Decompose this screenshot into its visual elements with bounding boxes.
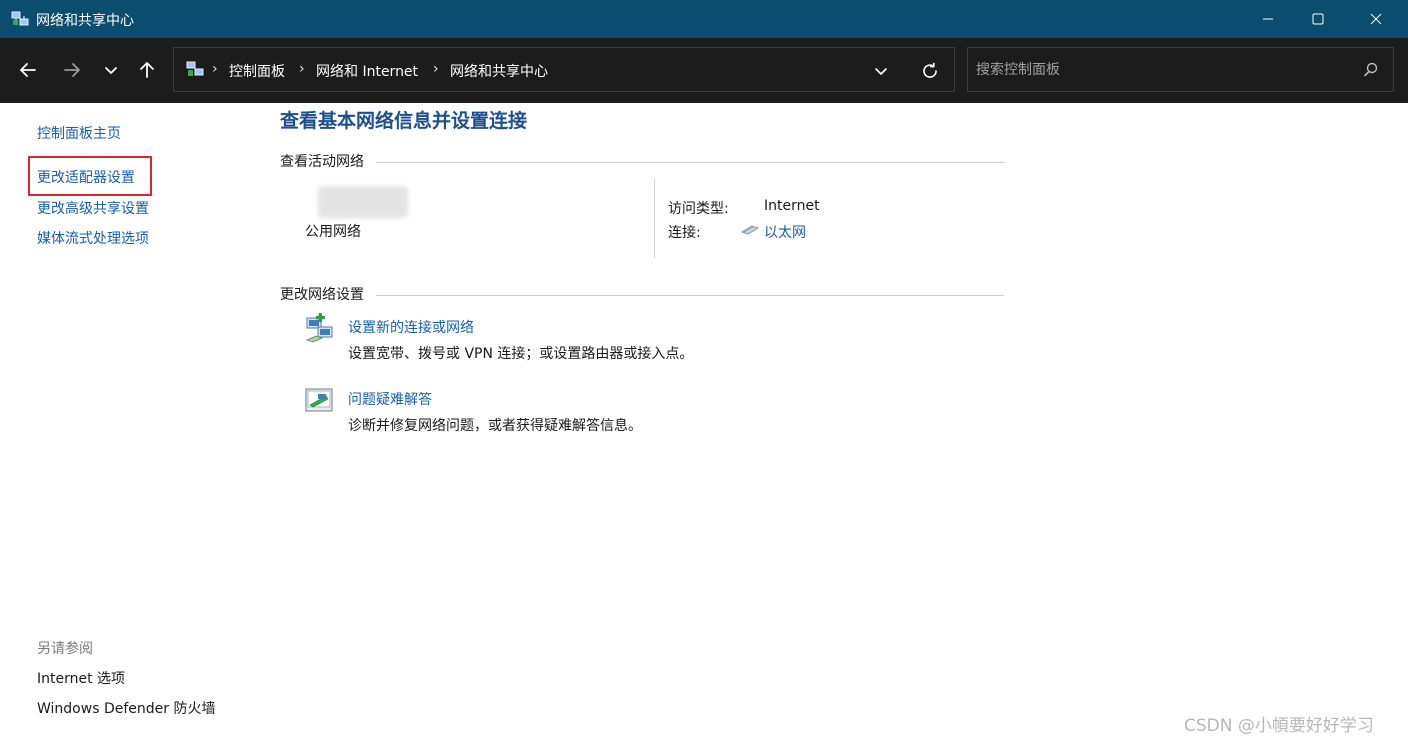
change-settings-heading: 更改网络设置 [280,287,364,303]
breadcrumb-control-panel[interactable]: 控制面板 [229,61,285,81]
chevron-down-icon [105,67,117,74]
change-adapter-settings-link[interactable]: 更改适配器设置 [37,167,135,187]
control-panel-icon [186,61,204,76]
network-center-icon [11,11,29,26]
forward-button[interactable] [60,58,84,82]
new-connection-icon [305,313,333,343]
maximize-button[interactable] [1293,0,1343,38]
connection-label: 连接: [668,225,701,241]
address-bar[interactable]: › 控制面板 › 网络和 Internet › 网络和共享中心 [173,47,955,92]
minimize-icon [1263,18,1273,20]
troubleshoot-link[interactable]: 问题疑难解答 [348,389,432,409]
address-dropdown-button[interactable] [871,61,891,81]
title-bar: 网络和共享中心 [0,0,1408,38]
windows-defender-firewall-link[interactable]: Windows Defender 防火墙 [37,698,215,718]
breadcrumb-network-internet[interactable]: 网络和 Internet [316,61,418,81]
active-networks-heading: 查看活动网络 [280,154,364,170]
change-advanced-sharing-link[interactable]: 更改高级共享设置 [37,198,149,218]
chevron-down-icon [875,68,887,75]
maximize-icon [1312,13,1324,25]
network-type-text: 公用网络 [305,224,361,240]
breadcrumb-separator: › [299,61,305,77]
troubleshoot-icon [305,388,333,412]
search-icon[interactable] [1362,61,1380,79]
media-streaming-options-link[interactable]: 媒体流式处理选项 [37,228,149,248]
forward-arrow-icon [64,63,80,77]
back-arrow-icon [20,63,36,77]
minimize-button[interactable] [1243,0,1293,38]
up-button[interactable] [135,58,159,82]
recent-locations-button[interactable] [99,58,123,82]
up-arrow-icon [140,62,154,78]
setup-new-connection-desc: 设置宽带、拨号或 VPN 连接；或设置路由器或接入点。 [348,346,694,362]
breadcrumb-network-sharing-center[interactable]: 网络和共享中心 [450,61,548,81]
back-button[interactable] [16,58,40,82]
vertical-divider [654,178,655,258]
refresh-button[interactable] [919,60,941,82]
access-type-label: 访问类型: [668,201,729,217]
page-title: 查看基本网络信息并设置连接 [280,110,528,132]
network-name-redacted [318,186,408,218]
ethernet-connection-link[interactable]: 以太网 [764,222,806,242]
refresh-icon [923,62,937,78]
close-icon [1370,13,1382,25]
ethernet-icon [741,225,759,235]
internet-options-link[interactable]: Internet 选项 [37,668,125,688]
section-divider [376,162,1004,163]
breadcrumb-separator: › [433,61,439,77]
control-panel-home-link[interactable]: 控制面板主页 [37,123,121,143]
section-divider [376,295,1004,296]
navigation-bar: › 控制面板 › 网络和 Internet › 网络和共享中心 [0,38,1408,103]
see-also-label: 另请参阅 [37,641,93,657]
setup-new-connection-link[interactable]: 设置新的连接或网络 [348,317,474,337]
search-box[interactable] [967,47,1394,92]
access-type-value: Internet [764,198,820,214]
close-button[interactable] [1351,0,1401,38]
troubleshoot-desc: 诊断并修复网络问题，或者获得疑难解答信息。 [348,418,642,434]
watermark: CSDN @小幁要好好学习 [1184,716,1374,736]
window-title: 网络和共享中心 [36,13,134,29]
breadcrumb-separator: › [212,61,218,77]
search-input[interactable] [976,59,1346,81]
